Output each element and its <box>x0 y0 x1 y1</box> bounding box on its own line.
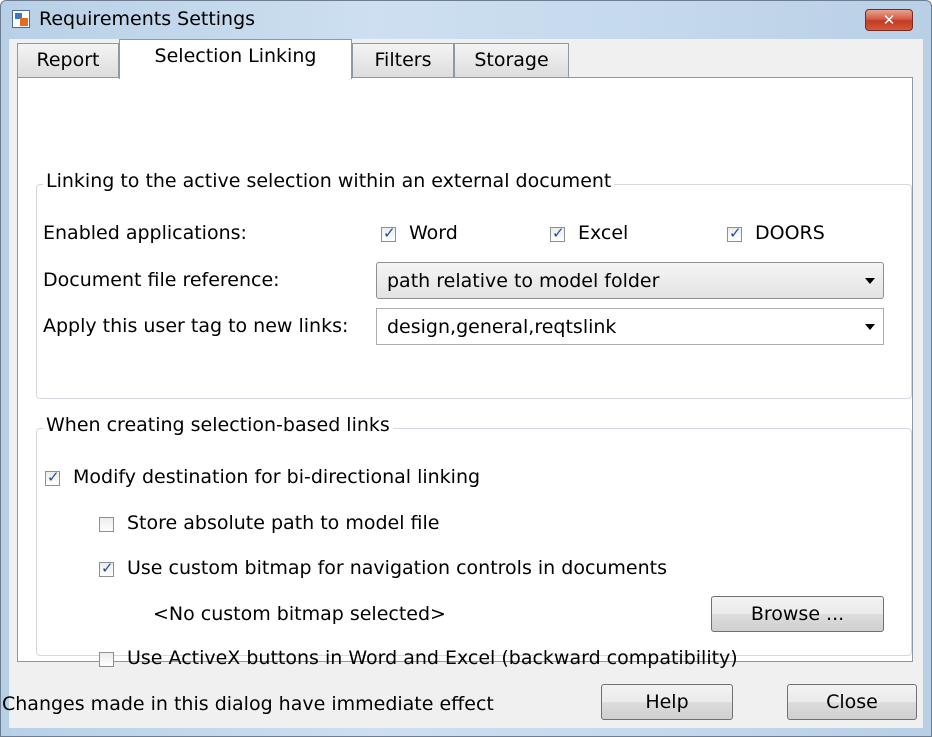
chevron-down-icon <box>865 324 875 330</box>
combobox-value: design,general,reqtslink <box>387 316 617 338</box>
group-legend: When creating selection-based links <box>43 414 393 436</box>
button-label: Help <box>645 691 689 713</box>
custom-bitmap-label: Use custom bitmap for navigation control… <box>127 557 668 579</box>
user-tag-combobox[interactable]: design,general,reqtslink <box>376 308 884 345</box>
tab-report[interactable]: Report <box>17 43 119 78</box>
doors-checkbox[interactable] <box>727 224 742 242</box>
activex-buttons-checkbox[interactable] <box>99 652 114 667</box>
user-tag-label: Apply this user tag to new links: <box>43 315 349 337</box>
tab-label: Report <box>36 49 100 71</box>
doc-ref-label: Document file reference: <box>43 269 280 291</box>
selection-based-links-group: When creating selection-based links Modi… <box>36 414 912 669</box>
modify-destination-checkbox[interactable] <box>45 468 60 486</box>
help-button[interactable]: Help <box>601 684 733 720</box>
word-checkbox[interactable] <box>381 224 396 242</box>
status-message: Changes made in this dialog have immedia… <box>2 693 494 715</box>
tab-filters[interactable]: Filters <box>352 43 454 78</box>
excel-checkbox[interactable] <box>550 224 565 242</box>
button-label: Close <box>826 691 878 713</box>
close-icon: ✕ <box>882 11 896 29</box>
activex-buttons-label: Use ActiveX buttons in Word and Excel (b… <box>127 647 738 669</box>
button-label: Browse ... <box>750 603 845 625</box>
tab-panel-selection-linking: Linking to the active selection within a… <box>17 77 913 669</box>
browse-button[interactable]: Browse ... <box>711 596 884 632</box>
external-document-group: Linking to the active selection within a… <box>36 170 912 399</box>
excel-label: Excel <box>578 222 629 244</box>
tab-selection-linking[interactable]: Selection Linking <box>119 39 352 79</box>
store-absolute-path-label: Store absolute path to model file <box>127 512 440 534</box>
tab-storage[interactable]: Storage <box>454 43 569 78</box>
store-absolute-path-checkbox[interactable] <box>99 517 114 532</box>
group-legend: Linking to the active selection within a… <box>43 170 615 192</box>
tab-label: Storage <box>474 49 549 71</box>
custom-bitmap-checkbox[interactable] <box>99 559 114 577</box>
simulink-app-icon <box>12 10 30 28</box>
chevron-down-icon <box>865 278 875 284</box>
modify-destination-label: Modify destination for bi-directional li… <box>73 466 481 488</box>
dialog-client-area: Report Selection Linking Filters Storage… <box>2 39 923 728</box>
enabled-apps-label: Enabled applications: <box>43 222 247 244</box>
dropdown-value: path relative to model folder <box>387 270 660 292</box>
close-button[interactable]: Close <box>787 684 917 720</box>
title-bar: Requirements Settings ✕ <box>1 1 931 39</box>
bitmap-status-text: <No custom bitmap selected> <box>153 603 446 625</box>
window-close-button[interactable]: ✕ <box>865 9 913 31</box>
word-label: Word <box>409 222 458 244</box>
window-title: Requirements Settings <box>39 8 256 30</box>
tab-label: Selection Linking <box>154 45 317 67</box>
dialog-window: Requirements Settings ✕ Report Selection… <box>0 0 932 737</box>
tab-label: Filters <box>374 49 432 71</box>
doors-label: DOORS <box>755 222 825 244</box>
doc-ref-dropdown[interactable]: path relative to model folder <box>376 262 884 299</box>
